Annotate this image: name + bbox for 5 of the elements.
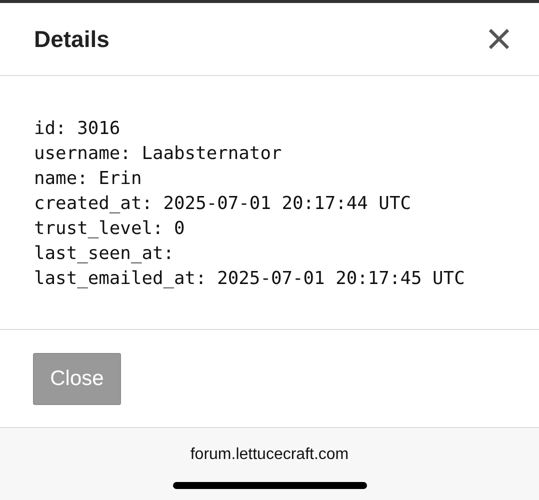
details-text: id: 3016 username: Laabsternator name: Erin created_at: 2025-07-01 20:17:44 UTC trust_level: 0 last_seen_at: last_emailed_at: 2025-07-01 20:17:45 UTC	[34, 117, 466, 291]
close-button[interactable]	[487, 27, 511, 51]
dialog-title: Details	[34, 26, 110, 52]
url-text[interactable]: forum.lettucecraft.com	[190, 446, 349, 464]
close-icon	[487, 27, 511, 51]
